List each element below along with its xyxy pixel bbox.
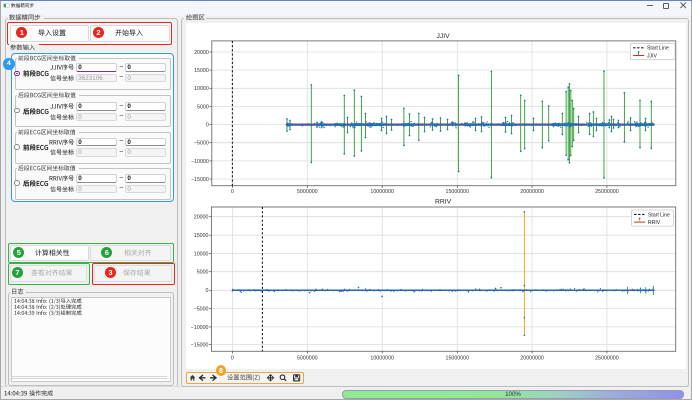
svg-text:JJIV: JJIV [436,33,450,40]
svg-text:−15000: −15000 [190,176,208,182]
svg-text:0: 0 [205,122,208,128]
svg-text:25000000: 25000000 [595,355,619,361]
svg-text:5000: 5000 [197,104,209,110]
svg-text:25000000: 25000000 [595,189,619,195]
svg-text:15000: 15000 [193,233,208,239]
svg-text:15000000: 15000000 [445,355,469,361]
svg-text:JJIV: JJIV [647,53,658,59]
svg-text:5000: 5000 [196,269,208,275]
svg-text:−10000: −10000 [190,158,208,164]
svg-text:20000: 20000 [193,214,208,220]
svg-text:Start Line: Start Line [647,45,669,51]
svg-text:−15000: −15000 [190,342,208,348]
svg-text:10000000: 10000000 [370,189,394,195]
svg-text:Start Line: Start Line [648,212,670,218]
svg-text:15000: 15000 [194,68,209,74]
svg-text:0: 0 [230,355,233,361]
svg-text:0: 0 [230,189,233,195]
svg-text:0: 0 [205,288,208,294]
svg-text:RRIV: RRIV [648,220,661,226]
svg-text:20000000: 20000000 [520,355,544,361]
svg-text:15000000: 15000000 [445,189,469,195]
svg-text:10000: 10000 [194,86,209,92]
svg-text:−5000: −5000 [193,306,208,312]
svg-text:5000000: 5000000 [296,189,317,195]
svg-text:5000000: 5000000 [296,355,317,361]
svg-text:RRIV: RRIV [434,198,451,205]
svg-text:10000000: 10000000 [370,355,394,361]
svg-text:−5000: −5000 [193,140,208,146]
svg-text:−10000: −10000 [190,324,208,330]
svg-text:20000: 20000 [194,49,209,55]
svg-text:10000: 10000 [193,251,208,257]
svg-text:20000000: 20000000 [520,189,544,195]
